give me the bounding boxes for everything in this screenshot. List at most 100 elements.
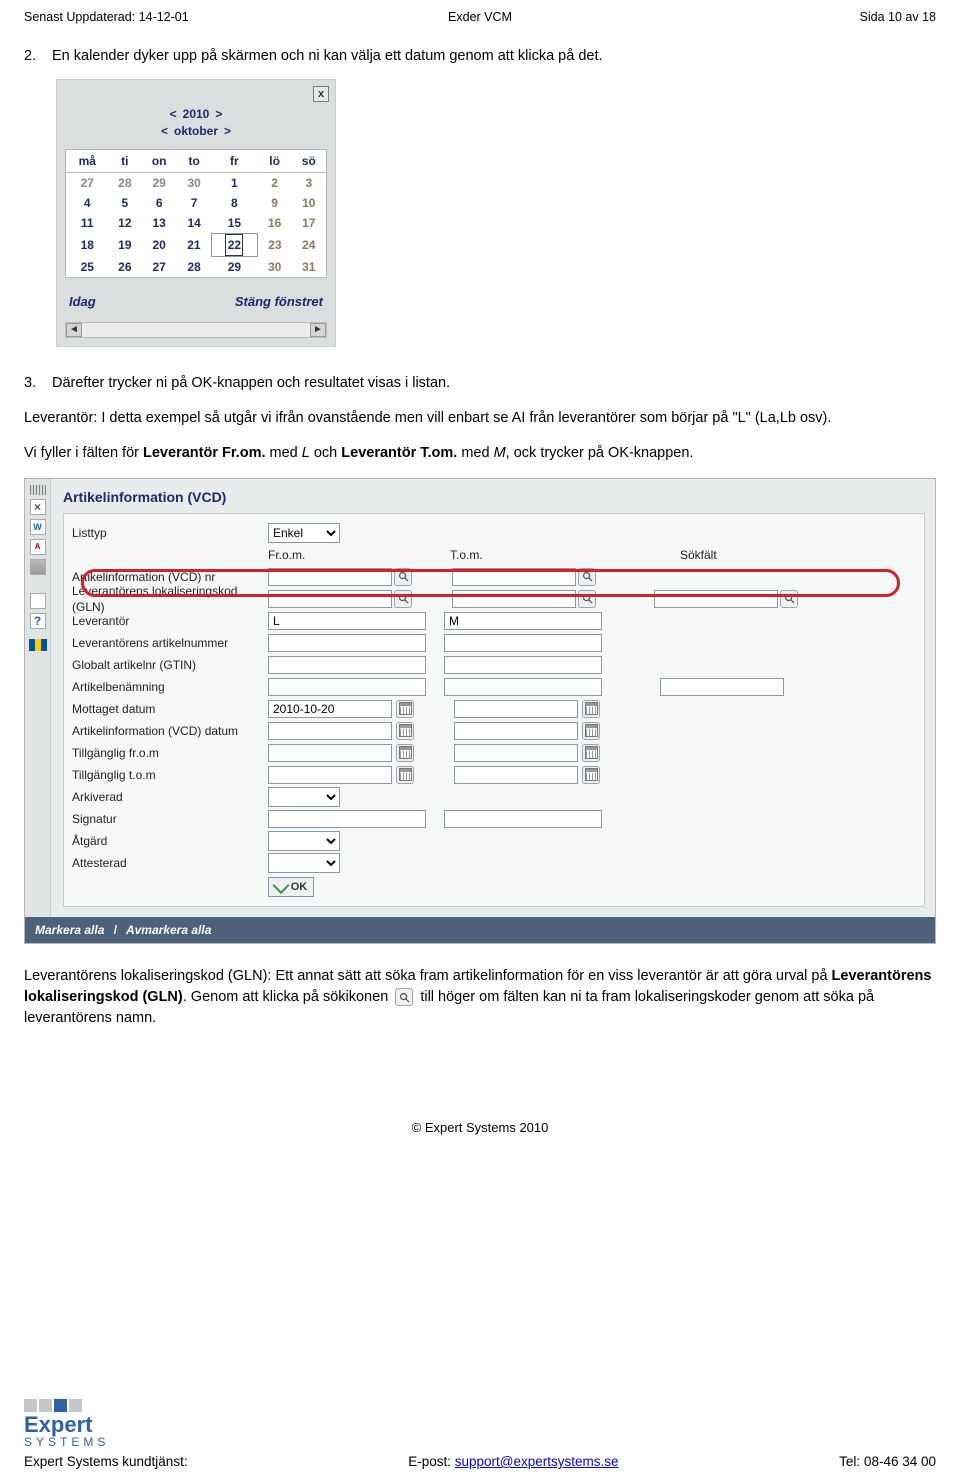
date-picker-icon[interactable] xyxy=(396,700,414,718)
search-icon[interactable] xyxy=(394,590,412,608)
calendar-day[interactable]: 7 xyxy=(177,193,211,213)
calendar-scrollbar[interactable]: ◄ ► xyxy=(65,322,327,338)
select-arkiverad[interactable] xyxy=(268,787,340,807)
calendar-day[interactable]: 17 xyxy=(292,213,326,234)
calendar-day[interactable]: 28 xyxy=(177,256,211,277)
calendar-day[interactable]: 19 xyxy=(108,233,141,256)
input-ai-datum-tom[interactable] xyxy=(454,722,578,740)
input-leverantor-tom[interactable] xyxy=(444,612,602,630)
input-signatur-tom[interactable] xyxy=(444,810,602,828)
calendar-day[interactable]: 12 xyxy=(108,213,141,234)
calendar-day[interactable]: 24 xyxy=(292,233,326,256)
calendar-day-selected[interactable]: 22 xyxy=(211,233,258,256)
calendar-day[interactable]: 15 xyxy=(211,213,258,234)
date-picker-icon[interactable] xyxy=(396,722,414,740)
calendar-day[interactable]: 2 xyxy=(258,172,292,193)
export-word-icon[interactable]: W xyxy=(30,519,46,535)
calendar-close-button[interactable]: x xyxy=(313,86,329,102)
input-lev-gln-sok[interactable] xyxy=(654,590,778,608)
scroll-right-button[interactable]: ► xyxy=(310,323,326,337)
document-header: Senast Uppdaterad: 14-12-01 Exder VCM Si… xyxy=(24,10,936,24)
scroll-left-button[interactable]: ◄ xyxy=(66,323,82,337)
export-pdf-icon[interactable]: A xyxy=(30,539,46,555)
calendar-day[interactable]: 30 xyxy=(258,256,292,277)
calendar-day[interactable]: 30 xyxy=(177,172,211,193)
input-ai-nr-from[interactable] xyxy=(268,568,392,586)
select-attesterad[interactable] xyxy=(268,853,340,873)
calendar-day[interactable]: 26 xyxy=(108,256,141,277)
ok-button[interactable]: OK xyxy=(268,877,314,897)
input-tillg-from-tom[interactable] xyxy=(454,744,578,762)
calendar-day[interactable]: 6 xyxy=(141,193,177,213)
input-ai-nr-tom[interactable] xyxy=(452,568,576,586)
date-picker-icon[interactable] xyxy=(582,700,600,718)
calendar-close-window-button[interactable]: Stäng fönstret xyxy=(235,294,323,310)
input-mottaget-tom[interactable] xyxy=(454,700,578,718)
date-picker-icon[interactable] xyxy=(582,744,600,762)
calendar-day[interactable]: 4 xyxy=(66,193,108,213)
calendar-day[interactable]: 29 xyxy=(141,172,177,193)
calendar-day[interactable]: 8 xyxy=(211,193,258,213)
date-picker-icon[interactable] xyxy=(396,744,414,762)
print-icon[interactable] xyxy=(30,559,46,575)
input-tillg-tom-from[interactable] xyxy=(268,766,392,784)
input-lev-gln-from[interactable] xyxy=(268,590,392,608)
input-signatur-from[interactable] xyxy=(268,810,426,828)
calendar-day[interactable]: 3 xyxy=(292,172,326,193)
calendar-day[interactable]: 18 xyxy=(66,233,108,256)
search-icon[interactable] xyxy=(780,590,798,608)
calendar-month-prev-button[interactable]: < xyxy=(161,123,168,140)
calendar-day[interactable]: 20 xyxy=(141,233,177,256)
input-ai-datum-from[interactable] xyxy=(268,722,392,740)
drag-handle-icon[interactable] xyxy=(30,485,46,495)
calendar-month-next-button[interactable]: > xyxy=(224,123,231,140)
search-icon[interactable] xyxy=(578,590,596,608)
input-gtin-from[interactable] xyxy=(268,656,426,674)
calendar-day[interactable]: 28 xyxy=(108,172,141,193)
user-icon[interactable] xyxy=(30,593,46,609)
select-all-link[interactable]: Markera alla xyxy=(35,923,104,937)
input-lev-artnr-tom[interactable] xyxy=(444,634,602,652)
search-icon[interactable] xyxy=(578,568,596,586)
swedish-flag-icon[interactable] xyxy=(29,639,47,651)
input-lev-artnr-from[interactable] xyxy=(268,634,426,652)
calendar-day[interactable]: 23 xyxy=(258,233,292,256)
calendar-day[interactable]: 31 xyxy=(292,256,326,277)
calendar-day[interactable]: 14 xyxy=(177,213,211,234)
calendar-day[interactable]: 29 xyxy=(211,256,258,277)
input-tillg-tom-tom[interactable] xyxy=(454,766,578,784)
calendar-day[interactable]: 25 xyxy=(66,256,108,277)
calendar-day[interactable]: 10 xyxy=(292,193,326,213)
calendar-day[interactable]: 13 xyxy=(141,213,177,234)
input-lev-gln-tom[interactable] xyxy=(452,590,576,608)
date-picker-icon[interactable] xyxy=(396,766,414,784)
calendar-day[interactable]: 21 xyxy=(177,233,211,256)
calendar-year-next-button[interactable]: > xyxy=(215,106,222,123)
date-picker-icon[interactable] xyxy=(582,766,600,784)
input-mottaget-from[interactable] xyxy=(268,700,392,718)
select-atgard[interactable] xyxy=(268,831,340,851)
calendar-day[interactable]: 27 xyxy=(141,256,177,277)
calendar-day[interactable]: 27 xyxy=(66,172,108,193)
search-icon[interactable] xyxy=(394,568,412,586)
calendar-today-button[interactable]: Idag xyxy=(69,294,96,310)
input-benamning-tom[interactable] xyxy=(444,678,602,696)
calendar-year-prev-button[interactable]: < xyxy=(170,106,177,123)
calendar-day[interactable]: 1 xyxy=(211,172,258,193)
date-picker-icon[interactable] xyxy=(582,722,600,740)
help-icon[interactable]: ? xyxy=(30,613,46,629)
search-icon-inline xyxy=(395,988,413,1006)
input-tillg-from-from[interactable] xyxy=(268,744,392,762)
deselect-all-link[interactable]: Avmarkera alla xyxy=(126,923,211,937)
footer-email-link[interactable]: support@expertsystems.se xyxy=(455,1454,619,1469)
input-leverantor-from[interactable] xyxy=(268,612,426,630)
input-benamning-from[interactable] xyxy=(268,678,426,696)
calendar-day[interactable]: 16 xyxy=(258,213,292,234)
input-gtin-tom[interactable] xyxy=(444,656,602,674)
calendar-day[interactable]: 9 xyxy=(258,193,292,213)
calendar-day[interactable]: 5 xyxy=(108,193,141,213)
select-listtyp[interactable]: Enkel xyxy=(268,523,340,543)
close-icon[interactable]: × xyxy=(30,499,46,515)
input-benamning-sok[interactable] xyxy=(660,678,784,696)
calendar-day[interactable]: 11 xyxy=(66,213,108,234)
